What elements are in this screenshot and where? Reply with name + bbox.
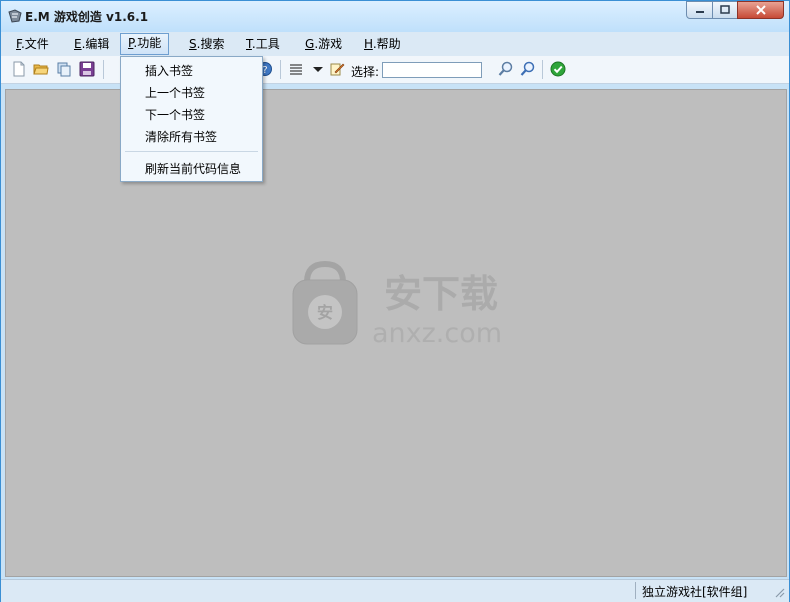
- save-icon[interactable]: [79, 61, 95, 77]
- svg-text:安: 安: [317, 303, 333, 322]
- title-bar[interactable]: E.M 游戏创造 v1.6.1: [1, 1, 789, 32]
- select-input[interactable]: [382, 62, 482, 78]
- svg-text:anxz.com: anxz.com: [372, 318, 502, 349]
- menu-item-refresh-code-info[interactable]: 刷新当前代码信息: [145, 159, 241, 179]
- select-label: 选择:: [351, 65, 380, 79]
- copy-icon[interactable]: [56, 61, 72, 77]
- svg-text:?: ?: [262, 65, 267, 76]
- watermark-logo: 安 安下载 anxz.com: [292, 260, 502, 349]
- menu-item-insert-bookmark[interactable]: 插入书签: [145, 61, 193, 81]
- ok-check-icon[interactable]: [550, 61, 566, 77]
- menu-bar: F.文件 E.编辑 P.功能 S.搜索 T.工具 G.游戏 H.帮助: [1, 32, 789, 56]
- function-menu-dropdown: 插入书签 上一个书签 下一个书签 清除所有书签 刷新当前代码信息: [120, 56, 263, 182]
- text-format-icon[interactable]: [288, 61, 304, 77]
- window-title: E.M 游戏创造 v1.6.1: [25, 10, 149, 24]
- resize-grip-icon[interactable]: [773, 586, 785, 598]
- status-separator: [635, 582, 636, 599]
- close-button[interactable]: [737, 1, 784, 19]
- open-folder-icon[interactable]: [33, 61, 49, 77]
- search-next-icon[interactable]: [520, 61, 536, 77]
- app-icon: [8, 9, 22, 23]
- status-bar: 独立游戏社[软件组]: [1, 579, 789, 602]
- menu-item-clear-bookmarks[interactable]: 清除所有书签: [145, 127, 217, 147]
- new-file-icon[interactable]: [11, 61, 27, 77]
- menu-search[interactable]: S.搜索: [182, 34, 231, 54]
- menu-tools[interactable]: T.工具: [239, 34, 287, 54]
- menu-help[interactable]: H.帮助: [357, 34, 408, 54]
- maximize-button[interactable]: [712, 1, 738, 19]
- menu-game[interactable]: G.游戏: [298, 34, 349, 54]
- maximize-icon: [720, 5, 730, 14]
- close-icon: [755, 5, 766, 15]
- status-text: 独立游戏社[软件组]: [642, 585, 748, 599]
- menu-item-prev-bookmark[interactable]: 上一个书签: [145, 83, 205, 103]
- dropdown-arrow-icon[interactable]: [310, 61, 326, 77]
- edit-icon[interactable]: [329, 61, 345, 77]
- menu-item-next-bookmark[interactable]: 下一个书签: [145, 105, 205, 125]
- menu-function[interactable]: P.功能: [120, 33, 170, 55]
- menu-separator: [125, 151, 258, 152]
- main-window: E.M 游戏创造 v1.6.1 F.文件 E.编辑 P.功能 S.搜索 T.工具…: [0, 0, 790, 602]
- menu-edit[interactable]: E.编辑: [67, 34, 116, 54]
- minimize-button[interactable]: [686, 1, 713, 19]
- toolbar-separator: [103, 60, 104, 79]
- svg-text:安下载: 安下载: [384, 272, 498, 316]
- toolbar-separator: [542, 60, 543, 79]
- menu-file[interactable]: F.文件: [9, 34, 56, 54]
- minimize-icon: [695, 11, 704, 13]
- toolbar-separator: [280, 60, 281, 79]
- search-icon[interactable]: [498, 61, 514, 77]
